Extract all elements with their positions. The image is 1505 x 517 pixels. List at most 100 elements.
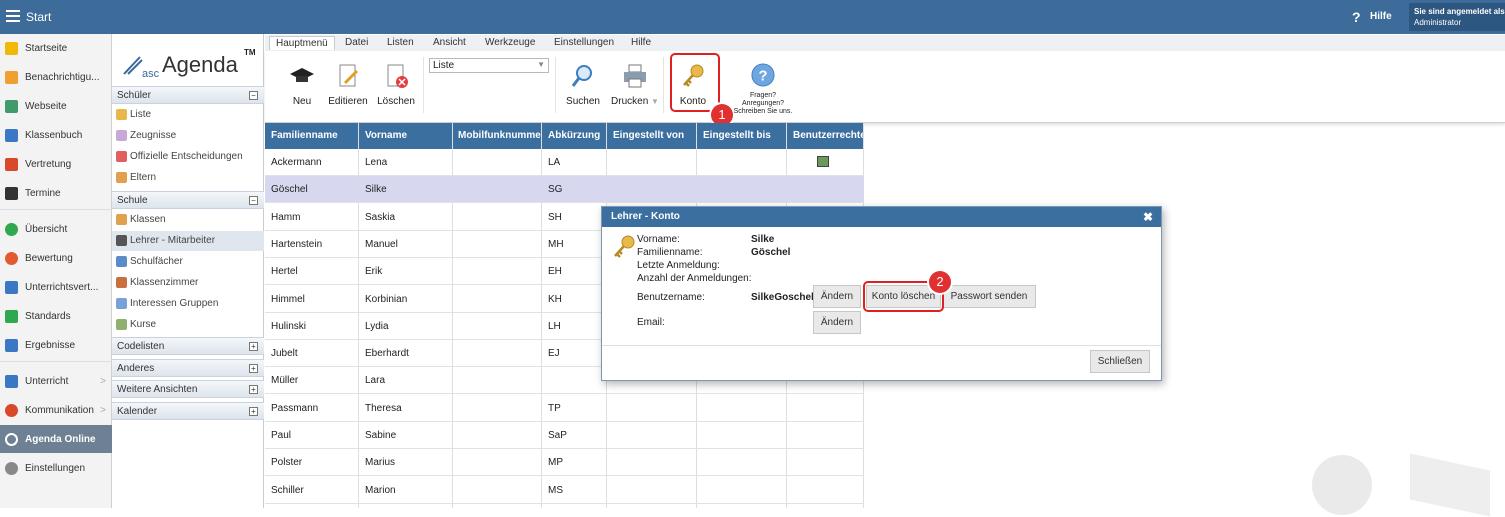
nav-termine[interactable]: Termine	[0, 179, 112, 207]
suchen-button[interactable]: Suchen	[565, 63, 601, 107]
logo-agenda: Agenda	[162, 52, 238, 77]
monitor-icon	[5, 374, 18, 388]
nav-standards[interactable]: Standards	[0, 302, 112, 330]
side-item-zeugnisse[interactable]: Zeugnisse	[112, 126, 264, 146]
cell-familienname: Hartenstein	[271, 238, 323, 250]
loeschen-button[interactable]: Löschen	[377, 63, 415, 107]
table-row[interactable]: Göschel Silke SG	[265, 176, 864, 204]
nav-agenda-online[interactable]: Agenda Online	[0, 425, 112, 453]
nav-label: Benachrichtigu...	[25, 71, 100, 83]
tab-datei[interactable]: Datei	[345, 37, 368, 48]
col-abkuerzung[interactable]: Abkürzung	[548, 130, 600, 141]
editieren-button[interactable]: Editieren	[327, 63, 369, 107]
email-label: Email:	[637, 317, 665, 328]
table-row[interactable]: Paul Sabine SaP	[265, 422, 864, 449]
user-rights-icon[interactable]	[817, 156, 829, 167]
side-item-liste[interactable]: Liste	[112, 105, 264, 125]
side-item-kurse[interactable]: Kurse	[112, 315, 264, 335]
expand-icon[interactable]: +	[249, 385, 258, 394]
group-codelisten[interactable]: Codelisten +	[112, 337, 264, 355]
neu-button[interactable]: Neu	[287, 63, 317, 107]
nav-label: Standards	[25, 310, 71, 322]
user-box[interactable]: Sie sind angemeldet als Administrator	[1409, 3, 1505, 31]
group-label: Kalender	[117, 406, 158, 417]
person-icon	[5, 157, 18, 171]
tab-werkzeuge[interactable]: Werkzeuge	[485, 37, 535, 48]
nav-einstellungen[interactable]: Einstellungen	[0, 454, 112, 482]
col-vorname[interactable]: Vorname	[365, 130, 407, 141]
send-password-button[interactable]: Passwort senden	[942, 285, 1036, 308]
view-select[interactable]: Liste ▼	[429, 58, 549, 73]
group-schueler[interactable]: Schüler −	[112, 86, 264, 104]
side-item-klassenzimmer[interactable]: Klassenzimmer	[112, 273, 264, 293]
tab-ansicht[interactable]: Ansicht	[433, 37, 466, 48]
cell-familienname: Passmann	[271, 402, 319, 414]
drucken-button[interactable]: Drucken ▼	[611, 63, 659, 107]
nav-unterrichtsverteilung[interactable]: Unterrichtsvert...	[0, 273, 112, 301]
editieren-label: Editieren	[328, 96, 368, 107]
table-row[interactable]: Ackermann Lena LA	[265, 149, 864, 176]
nav-benachrichtigungen[interactable]: Benachrichtigu...	[0, 63, 112, 91]
side-item-eltern[interactable]: Eltern	[112, 168, 264, 188]
table-row[interactable]: Polster Marius MP	[265, 449, 864, 477]
ribbon-divider	[423, 57, 424, 113]
tab-einstellungen[interactable]: Einstellungen	[554, 37, 614, 48]
check-icon	[5, 222, 18, 236]
step-badge-2: 2	[929, 271, 951, 293]
nav-uebersicht[interactable]: Übersicht	[0, 215, 112, 243]
col-benutzerrechte[interactable]: Benutzerrechte	[793, 130, 863, 141]
tab-hauptmenue[interactable]: Hauptmenü	[269, 36, 335, 50]
nav-ergebnisse[interactable]: Ergebnisse	[0, 331, 112, 359]
side-item-klassen[interactable]: Klassen	[112, 210, 264, 230]
side-item-offizielle-entscheidungen[interactable]: Offizielle Entscheidungen	[112, 147, 264, 167]
expand-icon[interactable]: +	[249, 407, 258, 416]
cell-abkuerzung: MP	[548, 457, 563, 469]
collapse-icon[interactable]: −	[249, 196, 258, 205]
change-username-button[interactable]: Ändern	[813, 285, 861, 308]
user-name: Administrator	[1414, 18, 1462, 27]
help-link[interactable]: Hilfe	[1370, 11, 1392, 22]
side-item-schulfaecher[interactable]: Schulfächer	[112, 252, 264, 272]
feedback-line-1: Fragen?	[749, 92, 777, 99]
close-icon[interactable]: ✖	[1143, 210, 1153, 224]
nav-label: Termine	[25, 187, 61, 199]
expand-icon[interactable]: +	[249, 364, 258, 373]
familienname-value: Göschel	[751, 247, 791, 258]
side-item-lehrer-mitarbeiter[interactable]: Lehrer - Mitarbeiter	[112, 231, 264, 251]
table-row[interactable]: Schiller Marion MS	[265, 477, 864, 504]
expand-icon[interactable]: +	[249, 342, 258, 351]
cell-abkuerzung: MH	[548, 238, 564, 250]
group-anderes[interactable]: Anderes +	[112, 359, 264, 377]
collapse-icon[interactable]: −	[249, 91, 258, 100]
highlight-konto-button	[670, 53, 720, 112]
nav-bewertung[interactable]: Bewertung	[0, 244, 112, 272]
tab-hilfe[interactable]: Hilfe	[631, 37, 651, 48]
col-familienname[interactable]: Familienname	[271, 130, 338, 141]
table-row[interactable]: Passmann Theresa TP	[265, 395, 864, 422]
group-schule[interactable]: Schule −	[112, 191, 264, 209]
hamburger-menu-icon[interactable]	[6, 10, 20, 22]
tab-listen[interactable]: Listen	[387, 37, 414, 48]
nav-unterricht[interactable]: Unterricht >	[0, 367, 112, 395]
dropdown-arrow-icon: ▼	[651, 97, 659, 106]
change-email-button[interactable]: Ändern	[813, 311, 861, 334]
nav-kommunikation[interactable]: Kommunikation >	[0, 396, 112, 424]
feedback-button[interactable]: ? Fragen? Anregungen? Schreiben Sie uns.	[733, 63, 793, 116]
nav-vertretung[interactable]: Vertretung	[0, 150, 112, 178]
cell-vorname: Marius	[365, 457, 396, 469]
col-eingestellt-von[interactable]: Eingestellt von	[613, 130, 684, 141]
nav-divider	[0, 209, 112, 210]
gear-icon	[5, 461, 18, 475]
group-weitere-ansichten[interactable]: Weitere Ansichten +	[112, 380, 264, 398]
col-mobilfunknummer[interactable]: Mobilfunknummer	[458, 130, 542, 141]
side-item-interessen-gruppen[interactable]: Interessen Gruppen	[112, 294, 264, 314]
help-icon[interactable]: ?	[1352, 9, 1361, 25]
group-kalender[interactable]: Kalender +	[112, 402, 264, 420]
nav-startseite[interactable]: Startseite	[0, 34, 112, 62]
close-dialog-button[interactable]: Schließen	[1090, 350, 1150, 373]
nav-webseite[interactable]: Webseite	[0, 92, 112, 120]
app-title[interactable]: Start	[26, 10, 51, 24]
nav-klassenbuch[interactable]: Klassenbuch	[0, 121, 112, 149]
col-eingestellt-bis[interactable]: Eingestellt bis	[703, 130, 771, 141]
svg-text:?: ?	[758, 69, 767, 85]
